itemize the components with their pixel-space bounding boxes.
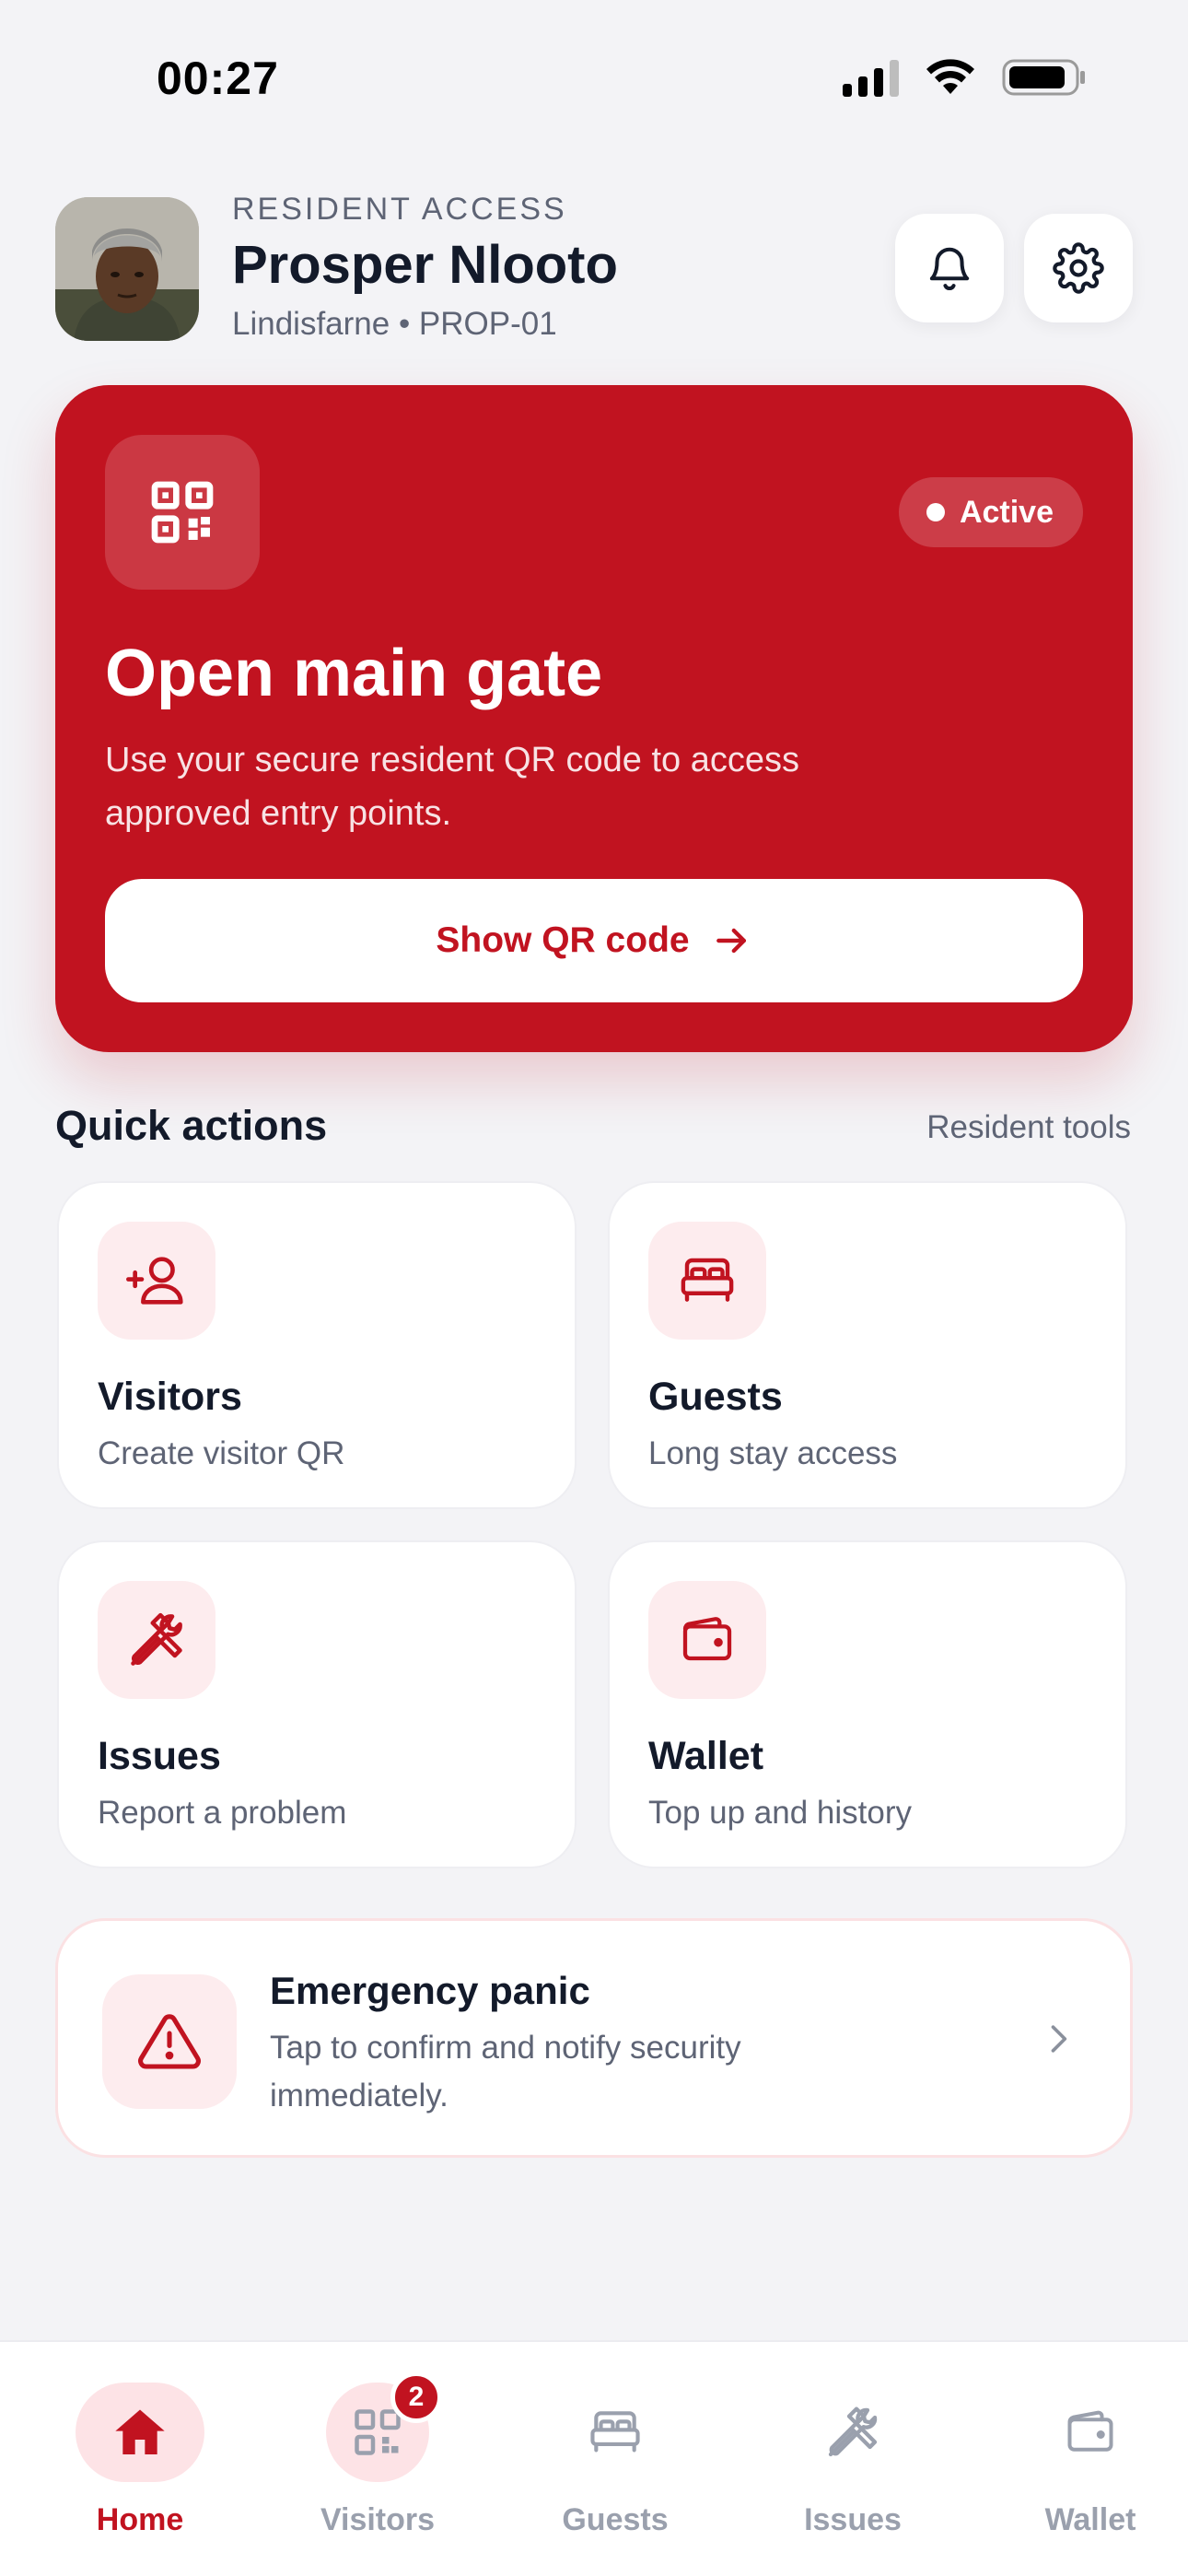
avatar[interactable] [55,197,199,341]
visitors-icon-badge [98,1222,215,1340]
hero-title: Open main gate [105,637,603,710]
nav-item-home[interactable]: Home [48,2383,232,2548]
battery-icon [1002,59,1085,96]
qr-code-icon [151,481,214,544]
status-time: 00:27 [157,53,279,104]
chevron-right-icon [1051,2025,1067,2053]
nav-item-guests[interactable]: Guests [523,2383,707,2548]
wallet-icon [682,1617,732,1661]
bed-icon [590,2411,640,2453]
guests-card-title: Guests [648,1375,783,1419]
hero-description: Use your secure resident QR code to acce… [105,741,800,833]
nav-label-visitors: Visitors [320,2502,436,2537]
nav-label-home: Home [96,2502,184,2537]
nav-issues-icon-wrap [788,2383,917,2482]
nav-guests-icon-wrap [551,2383,680,2482]
user-name: Prosper Nlooto [232,235,618,295]
nav-item-wallet[interactable]: Wallet [998,2383,1182,2548]
notifications-button[interactable] [895,214,1004,322]
show-qr-code-button[interactable]: Show QR code [105,879,1083,1002]
nav-item-issues[interactable]: Issues [761,2383,945,2548]
guests-icon-badge [648,1222,766,1340]
visitors-card[interactable]: Visitors Create visitor QR [57,1181,577,1509]
wallet-card[interactable]: Wallet Top up and history [608,1540,1127,1868]
wifi-icon [926,59,974,94]
arrow-right-icon [716,928,746,954]
nav-item-visitors[interactable]: 2 Visitors [285,2371,470,2548]
user-location: Lindisfarne • PROP-01 [232,306,557,342]
emergency-description: Tap to confirm and notify security immed… [270,2030,741,2113]
wallet-icon-badge [648,1581,766,1699]
nav-label-issues: Issues [804,2502,902,2537]
tools-icon [828,2406,878,2457]
resident-home-screen: 00:27 RESIDENT ACCESS Prosper Nlooto Lin… [0,0,1188,2576]
tools-icon [131,1612,182,1666]
issues-card-subtitle: Report a problem [98,1795,347,1831]
show-qr-code-label: Show QR code [436,920,690,960]
nav-label-guests: Guests [562,2502,669,2537]
gear-icon [1053,242,1104,294]
quick-actions-title: Quick actions [55,1102,328,1149]
resident-tools-link[interactable]: Resident tools [926,1109,1131,1146]
visitors-card-title: Visitors [98,1375,242,1419]
guests-card-subtitle: Long stay access [648,1435,898,1471]
bed-icon [681,1258,734,1302]
nav-wallet-icon-wrap [1026,2383,1155,2482]
status-icons [843,57,1087,98]
settings-button[interactable] [1024,214,1133,322]
user-plus-icon [126,1257,183,1305]
guests-card[interactable]: Guests Long stay access [608,1181,1127,1509]
emergency-icon-badge [102,1974,237,2109]
issues-card-title: Issues [98,1734,221,1778]
active-dot-icon [926,503,945,521]
home-icon [115,2409,165,2454]
visitors-card-subtitle: Create visitor QR [98,1435,345,1471]
bell-icon [929,247,970,290]
avatar-photo [55,197,199,341]
wallet-card-subtitle: Top up and history [648,1795,913,1831]
main-gate-card: Active Open main gate Use your secure re… [55,385,1133,1052]
nav-visitors-icon-wrap: 2 [326,2371,442,2482]
visitors-count-badge: 2 [390,2371,442,2423]
wallet-card-title: Wallet [648,1734,764,1778]
status-badge-label: Active [959,494,1054,530]
emergency-title: Emergency panic [270,1969,590,2012]
issues-icon-badge [98,1581,215,1699]
emergency-panic-card[interactable]: Emergency panic Tap to confirm and notif… [55,1918,1133,2158]
qr-code-badge [105,435,260,590]
issues-card[interactable]: Issues Report a problem [57,1540,577,1868]
nav-label-wallet: Wallet [1044,2502,1136,2537]
bottom-navigation: Home 2 Visitors Guests Issues Wallet [0,2340,1188,2576]
status-bar: 00:27 [0,0,1188,157]
cellular-signal-icon [843,58,899,97]
header-eyebrow: RESIDENT ACCESS [232,192,567,227]
nav-home-icon-wrap [76,2383,204,2482]
wallet-icon [1067,2410,1113,2452]
warning-icon [138,2014,201,2069]
status-badge: Active [898,477,1083,547]
